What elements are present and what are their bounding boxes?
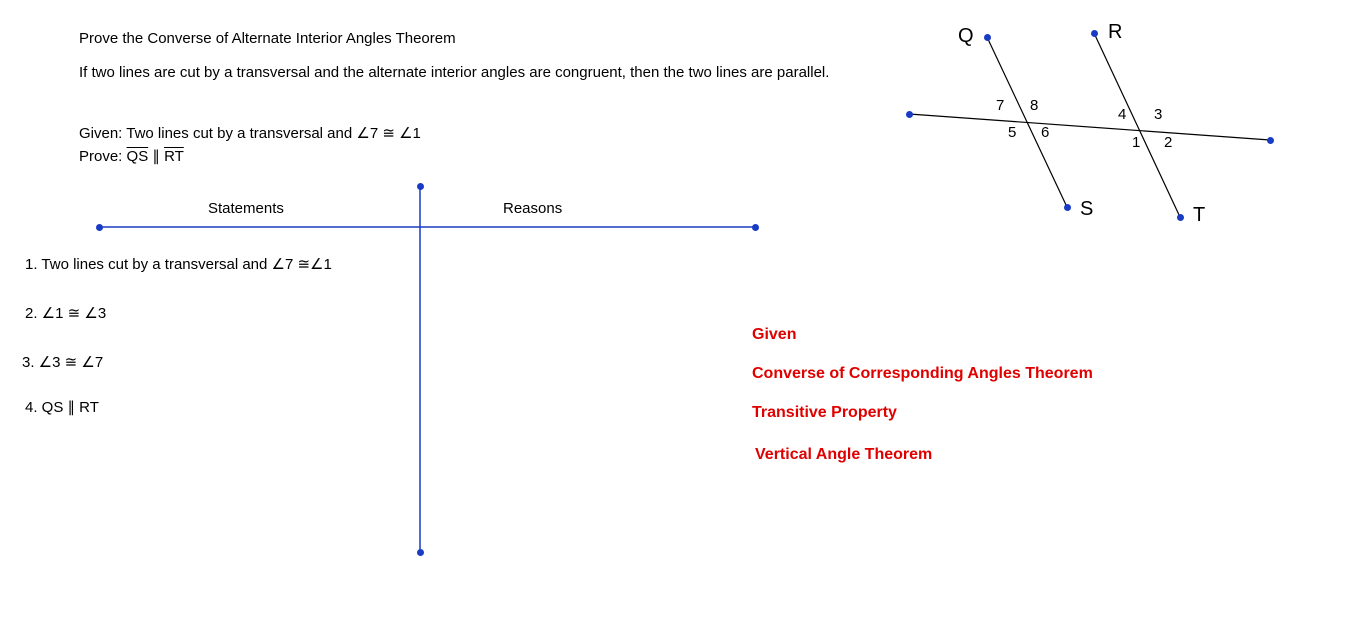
point-transversal-right[interactable] [1267,137,1274,144]
label-s: S [1080,198,1093,221]
label-r: R [1108,21,1122,44]
point-r[interactable] [1091,30,1098,37]
angle-3: 3 [1154,106,1162,123]
point-q[interactable] [984,34,991,41]
angle-2: 2 [1164,134,1172,151]
point-s[interactable] [1064,204,1071,211]
angle-7: 7 [996,97,1004,114]
point-transversal-left[interactable] [906,111,913,118]
point-t[interactable] [1177,214,1184,221]
angle-4: 4 [1118,106,1126,123]
geometry-diagram [0,0,1366,631]
angle-6: 6 [1041,124,1049,141]
label-q: Q [958,25,974,48]
label-t: T [1193,204,1205,227]
angle-5: 5 [1008,124,1016,141]
angle-1: 1 [1132,134,1140,151]
angle-8: 8 [1030,97,1038,114]
